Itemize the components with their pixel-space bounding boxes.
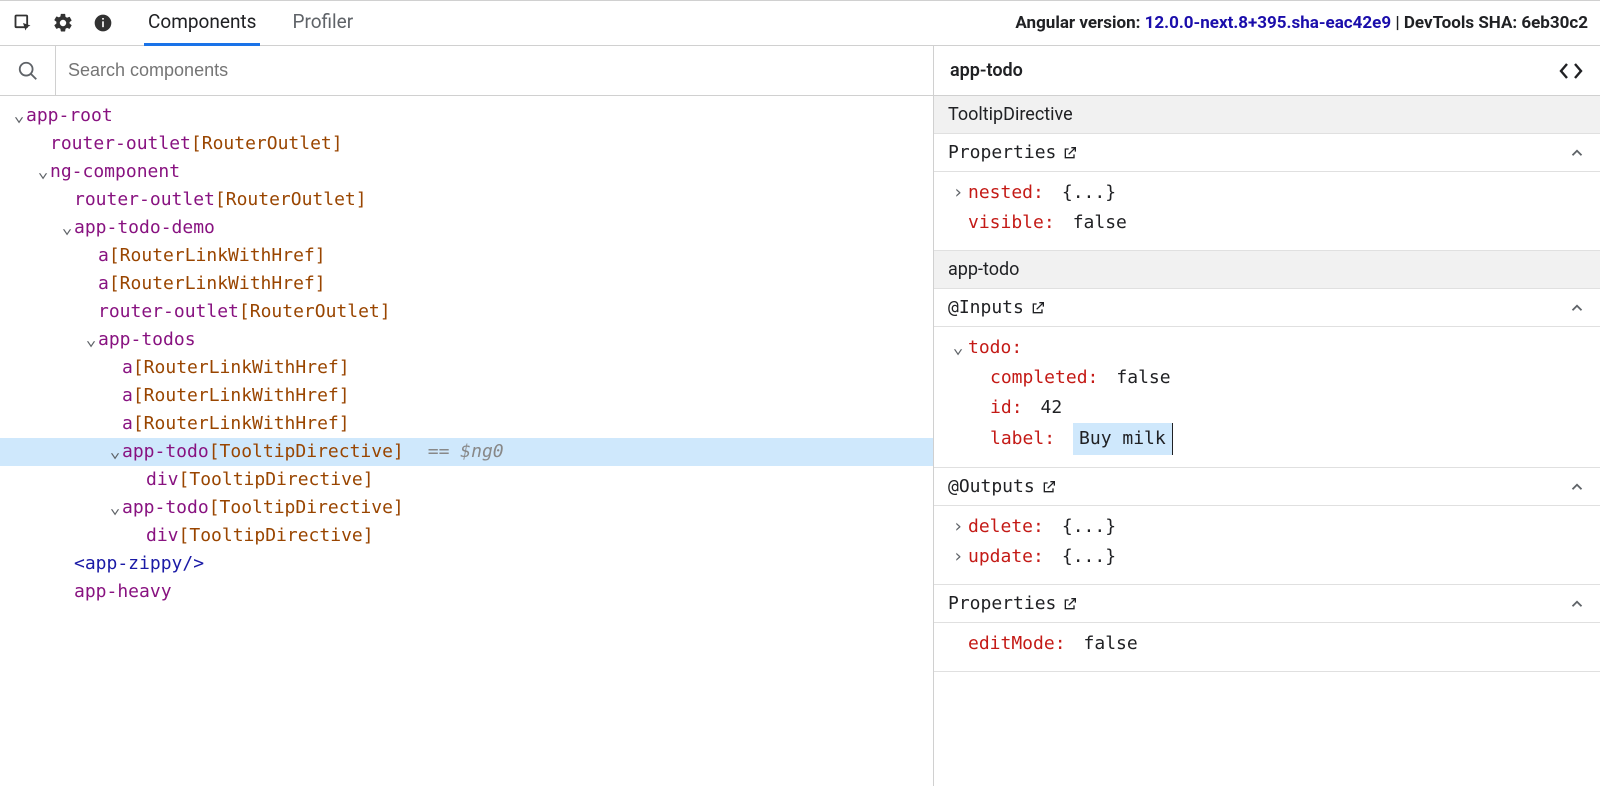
tree-node[interactable]: ⌄app-todo[TooltipDirective] <box>0 494 933 522</box>
search-input[interactable] <box>56 46 933 95</box>
tree-node[interactable]: router-outlet[RouterOutlet] <box>0 298 933 326</box>
version-text: Angular version: 12.0.0-next.8+395.sha-e… <box>1015 13 1588 33</box>
tree-node[interactable]: router-outlet[RouterOutlet] <box>0 130 933 158</box>
chevron-down-icon[interactable]: ⌄ <box>108 438 122 466</box>
prop-todo[interactable]: ⌄ todo : <box>948 333 1586 363</box>
chevron-right-icon[interactable]: › <box>948 178 968 208</box>
tree-node[interactable]: a[RouterLinkWithHref] <box>0 270 933 298</box>
tabs: Components Profiler <box>144 0 357 46</box>
prop-visible[interactable]: visible: false <box>948 208 1586 238</box>
tree-node[interactable]: ⌄ng-component <box>0 158 933 186</box>
open-external-icon[interactable] <box>1030 300 1046 316</box>
prop-editmode[interactable]: editMode: false <box>948 629 1586 659</box>
prop-completed[interactable]: completed: false <box>948 363 1586 393</box>
info-icon[interactable] <box>92 12 114 34</box>
chevron-down-icon[interactable]: ⌄ <box>12 102 26 130</box>
chevron-up-icon[interactable] <box>1568 478 1586 496</box>
tree-node[interactable]: ⌄app-todo-demo <box>0 214 933 242</box>
search-icon[interactable] <box>0 46 56 95</box>
section-properties-2[interactable]: Properties <box>934 585 1600 623</box>
tree-node[interactable]: div[TooltipDirective] <box>0 466 933 494</box>
tree-node[interactable]: div[TooltipDirective] <box>0 522 933 550</box>
chevron-right-icon[interactable]: › <box>948 542 968 572</box>
open-external-icon[interactable] <box>1062 145 1078 161</box>
section-inputs[interactable]: @Inputs <box>934 289 1600 327</box>
tree-node[interactable]: app-heavy <box>0 578 933 606</box>
chevron-up-icon[interactable] <box>1568 299 1586 317</box>
prop-update[interactable]: › update : {...} <box>948 542 1586 572</box>
chevron-up-icon[interactable] <box>1568 144 1586 162</box>
chevron-up-icon[interactable] <box>1568 595 1586 613</box>
tab-components[interactable]: Components <box>144 0 260 46</box>
section-outputs[interactable]: @Outputs <box>934 468 1600 506</box>
tree-node[interactable]: a[RouterLinkWithHref] <box>0 382 933 410</box>
tree-node[interactable]: ⌄app-root <box>0 102 933 130</box>
open-external-icon[interactable] <box>1062 596 1078 612</box>
tree-node[interactable]: <app-zippy/> <box>0 550 933 578</box>
prop-id[interactable]: id: 42 <box>948 393 1586 423</box>
label-edit-input[interactable]: Buy milk <box>1073 423 1173 455</box>
section-tooltipdirective: TooltipDirective <box>934 96 1600 134</box>
component-tree-panel: ⌄app-rootrouter-outlet[RouterOutlet]⌄ng-… <box>0 46 934 786</box>
prop-label[interactable]: label: Buy milk <box>948 423 1586 455</box>
tree-node[interactable]: a[RouterLinkWithHref] <box>0 242 933 270</box>
inspect-icon[interactable] <box>12 12 34 34</box>
chevron-right-icon[interactable]: › <box>948 512 968 542</box>
chevron-down-icon[interactable]: ⌄ <box>84 326 98 354</box>
ng0-ref: == $ng0 <box>428 441 504 462</box>
details-panel: app-todo TooltipDirective Properties › n… <box>934 46 1600 786</box>
gear-icon[interactable] <box>52 12 74 34</box>
selected-component-title: app-todo <box>950 60 1023 81</box>
chevron-down-icon[interactable]: ⌄ <box>60 214 74 242</box>
version-link[interactable]: 12.0.0-next.8+395.sha-eac42e9 <box>1145 13 1391 33</box>
prop-delete[interactable]: › delete : {...} <box>948 512 1586 542</box>
tree-node[interactable]: ⌄app-todos <box>0 326 933 354</box>
component-tree[interactable]: ⌄app-rootrouter-outlet[RouterOutlet]⌄ng-… <box>0 96 933 786</box>
view-source-icon[interactable] <box>1558 60 1584 82</box>
tree-node[interactable]: a[RouterLinkWithHref] <box>0 410 933 438</box>
prop-nested[interactable]: › nested : {...} <box>948 178 1586 208</box>
top-toolbar: Components Profiler Angular version: 12.… <box>0 0 1600 46</box>
open-external-icon[interactable] <box>1041 479 1057 495</box>
tab-profiler[interactable]: Profiler <box>288 0 357 46</box>
section-app-todo: app-todo <box>934 251 1600 289</box>
chevron-down-icon[interactable]: ⌄ <box>948 333 968 363</box>
tree-node[interactable]: ⌄app-todo[TooltipDirective]== $ng0 <box>0 438 933 466</box>
tree-node[interactable]: router-outlet[RouterOutlet] <box>0 186 933 214</box>
chevron-down-icon[interactable]: ⌄ <box>108 494 122 522</box>
chevron-down-icon[interactable]: ⌄ <box>36 158 50 186</box>
section-properties-1[interactable]: Properties <box>934 134 1600 172</box>
tree-node[interactable]: a[RouterLinkWithHref] <box>0 354 933 382</box>
